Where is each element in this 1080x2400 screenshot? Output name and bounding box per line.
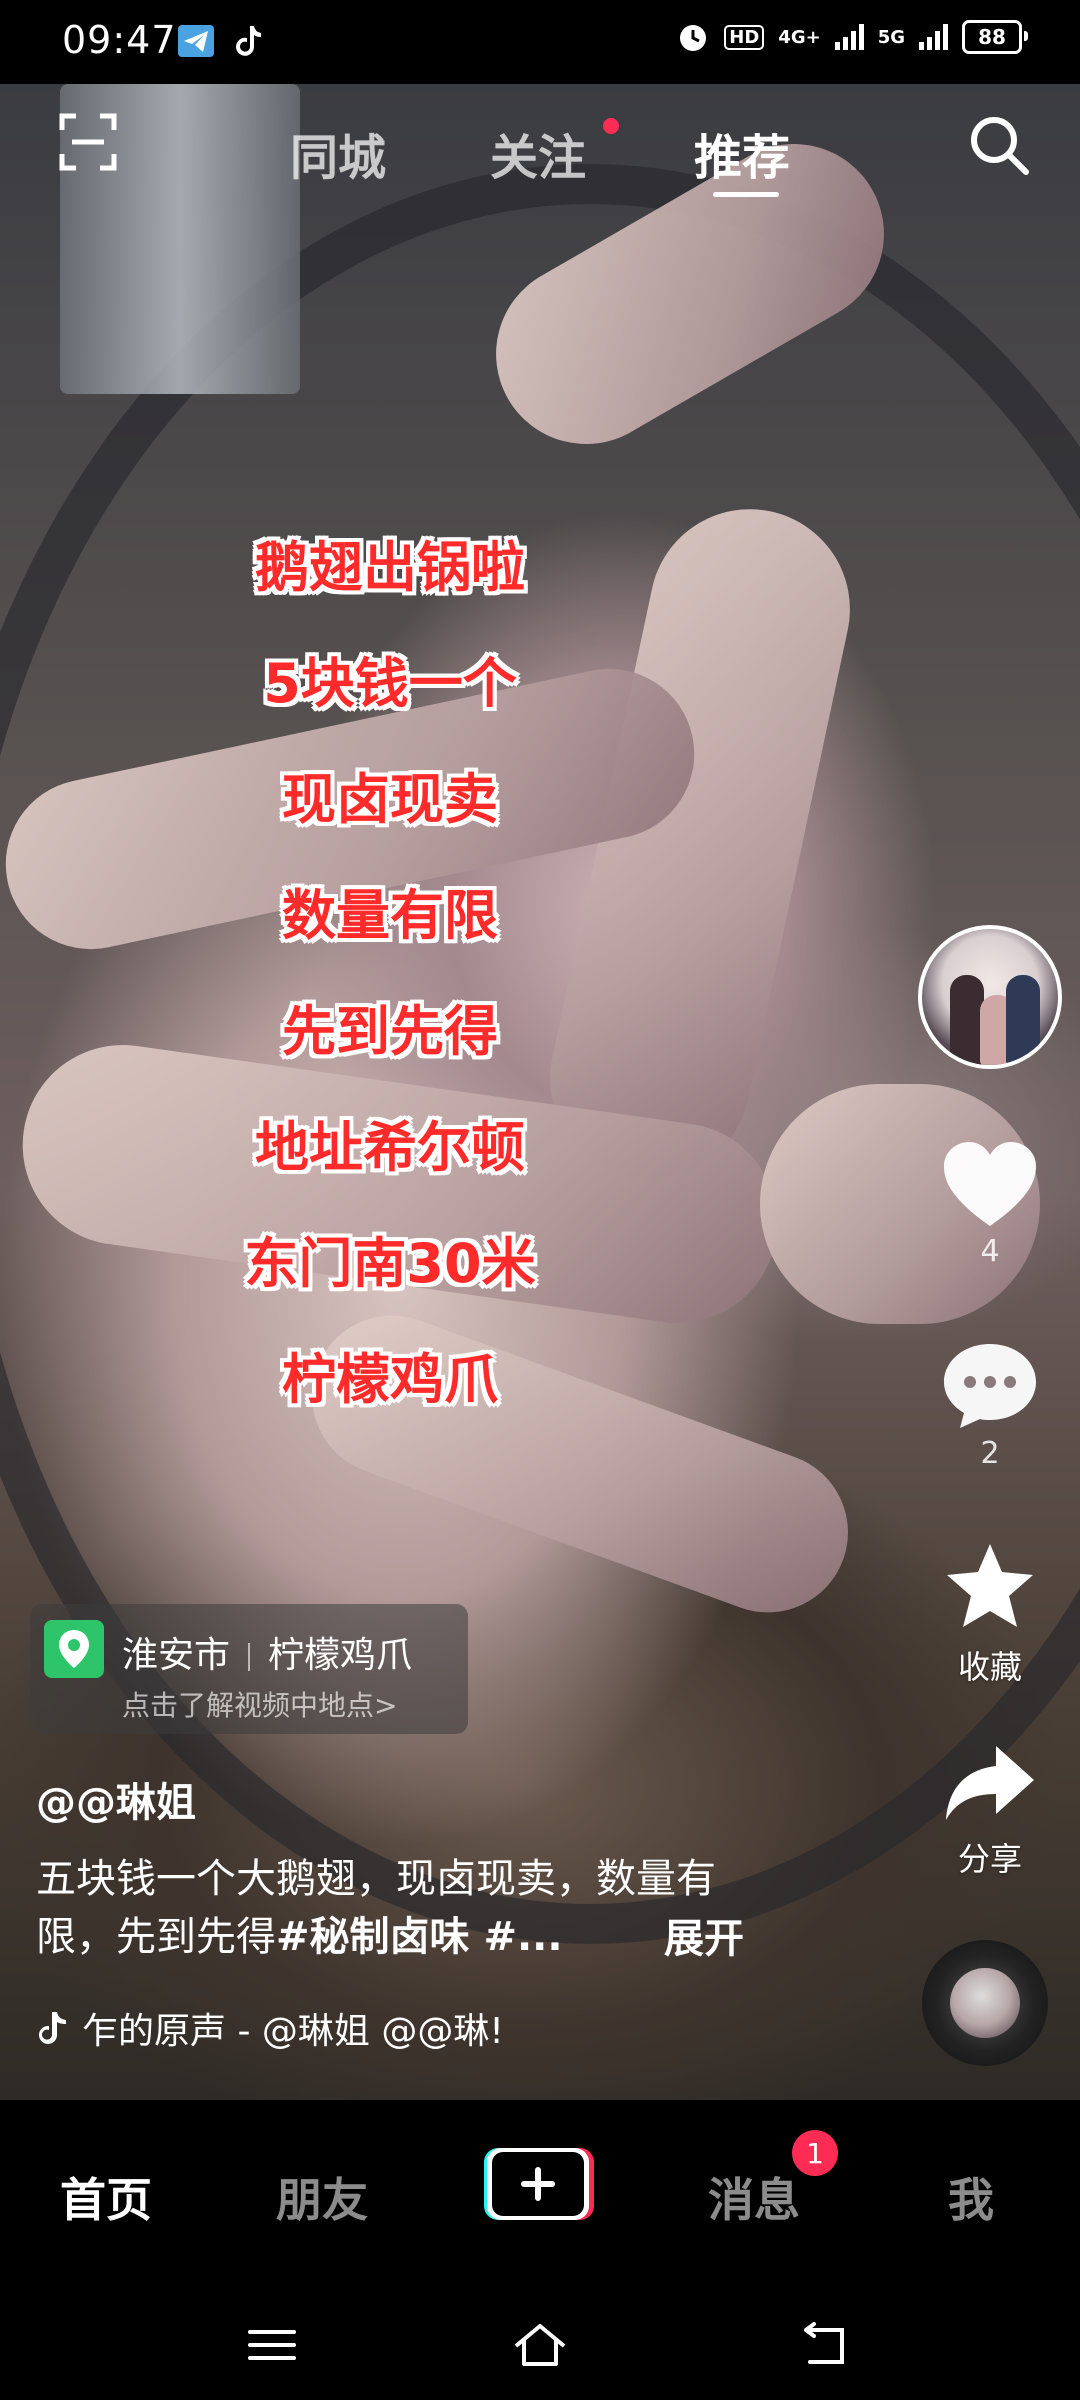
share-icon bbox=[946, 1746, 1034, 1820]
favorite-label: 收藏 bbox=[957, 1648, 1022, 1686]
nav-home[interactable]: 首页 bbox=[60, 2164, 152, 2230]
network-4g: 4G+ bbox=[778, 26, 821, 48]
share-button[interactable]: 分享 bbox=[930, 1740, 1050, 1880]
location-pin-icon bbox=[44, 1620, 104, 1678]
overlay-line: 先到先得 bbox=[282, 1000, 498, 1063]
location-city: 淮安市 bbox=[122, 1635, 231, 1676]
tab-underline bbox=[713, 192, 779, 197]
tiktok-icon bbox=[236, 26, 261, 56]
music-disc-cover bbox=[950, 1968, 1020, 2038]
search-icon[interactable] bbox=[966, 112, 1032, 178]
nav-friends[interactable]: 朋友 bbox=[276, 2164, 368, 2230]
comment-count: 2 bbox=[980, 1436, 1000, 1471]
nav-messages[interactable]: 消息 bbox=[708, 2164, 800, 2230]
menu-icon[interactable] bbox=[242, 2320, 302, 2370]
location-separator bbox=[248, 1643, 251, 1671]
overlay-line: 鹅翅出锅啦 bbox=[255, 536, 525, 599]
status-bar: 09:47 HD 4G+ 5G 88 bbox=[0, 0, 1080, 84]
battery-level: 88 bbox=[978, 25, 1006, 49]
nav-me[interactable]: 我 bbox=[948, 2164, 994, 2230]
video-overlay-text: 鹅翅出锅啦 5块钱一个 现卤现卖 数量有限 先到先得 地址希尔顿 东门南30米 … bbox=[150, 510, 630, 1438]
network-5g: 5G bbox=[877, 26, 905, 48]
status-left-icons bbox=[178, 24, 264, 58]
location-hint: 点击了解视频中地点> bbox=[122, 1689, 398, 1722]
telegram-icon bbox=[178, 25, 214, 57]
post-description: 五块钱一个大鹅翅，现卤现卖，数量有限，先到先得#秘制卤味 #... bbox=[36, 1850, 766, 1966]
tab-nearby[interactable]: 同城 bbox=[290, 118, 386, 188]
comment-icon bbox=[944, 1344, 1036, 1428]
create-button[interactable] bbox=[482, 2146, 594, 2222]
author-avatar[interactable] bbox=[918, 925, 1062, 1069]
avatar-figure bbox=[1006, 975, 1040, 1065]
signal-4g-icon bbox=[834, 24, 864, 50]
heart-icon bbox=[944, 1142, 1036, 1226]
signal-5g-icon bbox=[919, 24, 948, 50]
overlay-line: 地址希尔顿 bbox=[255, 1116, 525, 1179]
scan-icon[interactable] bbox=[58, 112, 118, 172]
location-place: 柠檬鸡爪 bbox=[268, 1635, 413, 1676]
alarm-icon bbox=[680, 25, 707, 51]
back-icon[interactable] bbox=[796, 2320, 856, 2370]
home-icon[interactable] bbox=[510, 2320, 570, 2370]
overlay-line: 东门南30米 bbox=[244, 1232, 536, 1295]
avatar-figure bbox=[950, 975, 984, 1065]
battery-icon: 88 bbox=[962, 20, 1028, 54]
location-main: 淮安市 柠檬鸡爪 bbox=[122, 1626, 412, 1678]
share-label: 分享 bbox=[957, 1840, 1022, 1878]
favorite-button[interactable]: 收藏 bbox=[930, 1540, 1050, 1688]
like-button[interactable]: 4 bbox=[930, 1140, 1050, 1269]
system-nav-bar bbox=[0, 2280, 1080, 2400]
overlay-line: 现卤现卖 bbox=[282, 768, 498, 831]
comment-button[interactable]: 2 bbox=[930, 1340, 1050, 1471]
expand-button[interactable]: 展开 bbox=[664, 1906, 744, 1964]
description-tags[interactable]: #秘制卤味 #... bbox=[276, 1914, 563, 1960]
status-right: HD 4G+ 5G 88 bbox=[676, 20, 1028, 54]
following-dot bbox=[603, 118, 619, 134]
tab-recommended[interactable]: 推荐 bbox=[694, 118, 790, 188]
music-note-icon bbox=[39, 2012, 66, 2044]
hd-icon: HD bbox=[724, 24, 765, 50]
music-disc[interactable] bbox=[922, 1940, 1048, 2066]
like-count: 4 bbox=[980, 1234, 1000, 1269]
bottom-nav: 首页 朋友 消息 1 我 bbox=[0, 2100, 1080, 2280]
overlay-line: 5块钱一个 bbox=[263, 652, 517, 715]
message-badge: 1 bbox=[792, 2130, 838, 2176]
overlay-line: 柠檬鸡爪 bbox=[282, 1348, 498, 1411]
overlay-line: 数量有限 bbox=[282, 884, 498, 947]
author-name[interactable]: @@琳姐 bbox=[36, 1770, 196, 1828]
status-time: 09:47 bbox=[62, 18, 177, 62]
star-icon bbox=[947, 1544, 1033, 1627]
location-badge[interactable]: 淮安市 柠檬鸡爪 点击了解视频中地点> bbox=[30, 1604, 468, 1734]
music-text: 乍的原声 - @琳姐 @@琳! bbox=[82, 2011, 504, 2052]
map-pin-icon bbox=[59, 1630, 89, 1668]
music-info[interactable]: 乍的原声 - @琳姐 @@琳! bbox=[36, 2002, 504, 2054]
tab-following[interactable]: 关注 bbox=[490, 118, 586, 188]
